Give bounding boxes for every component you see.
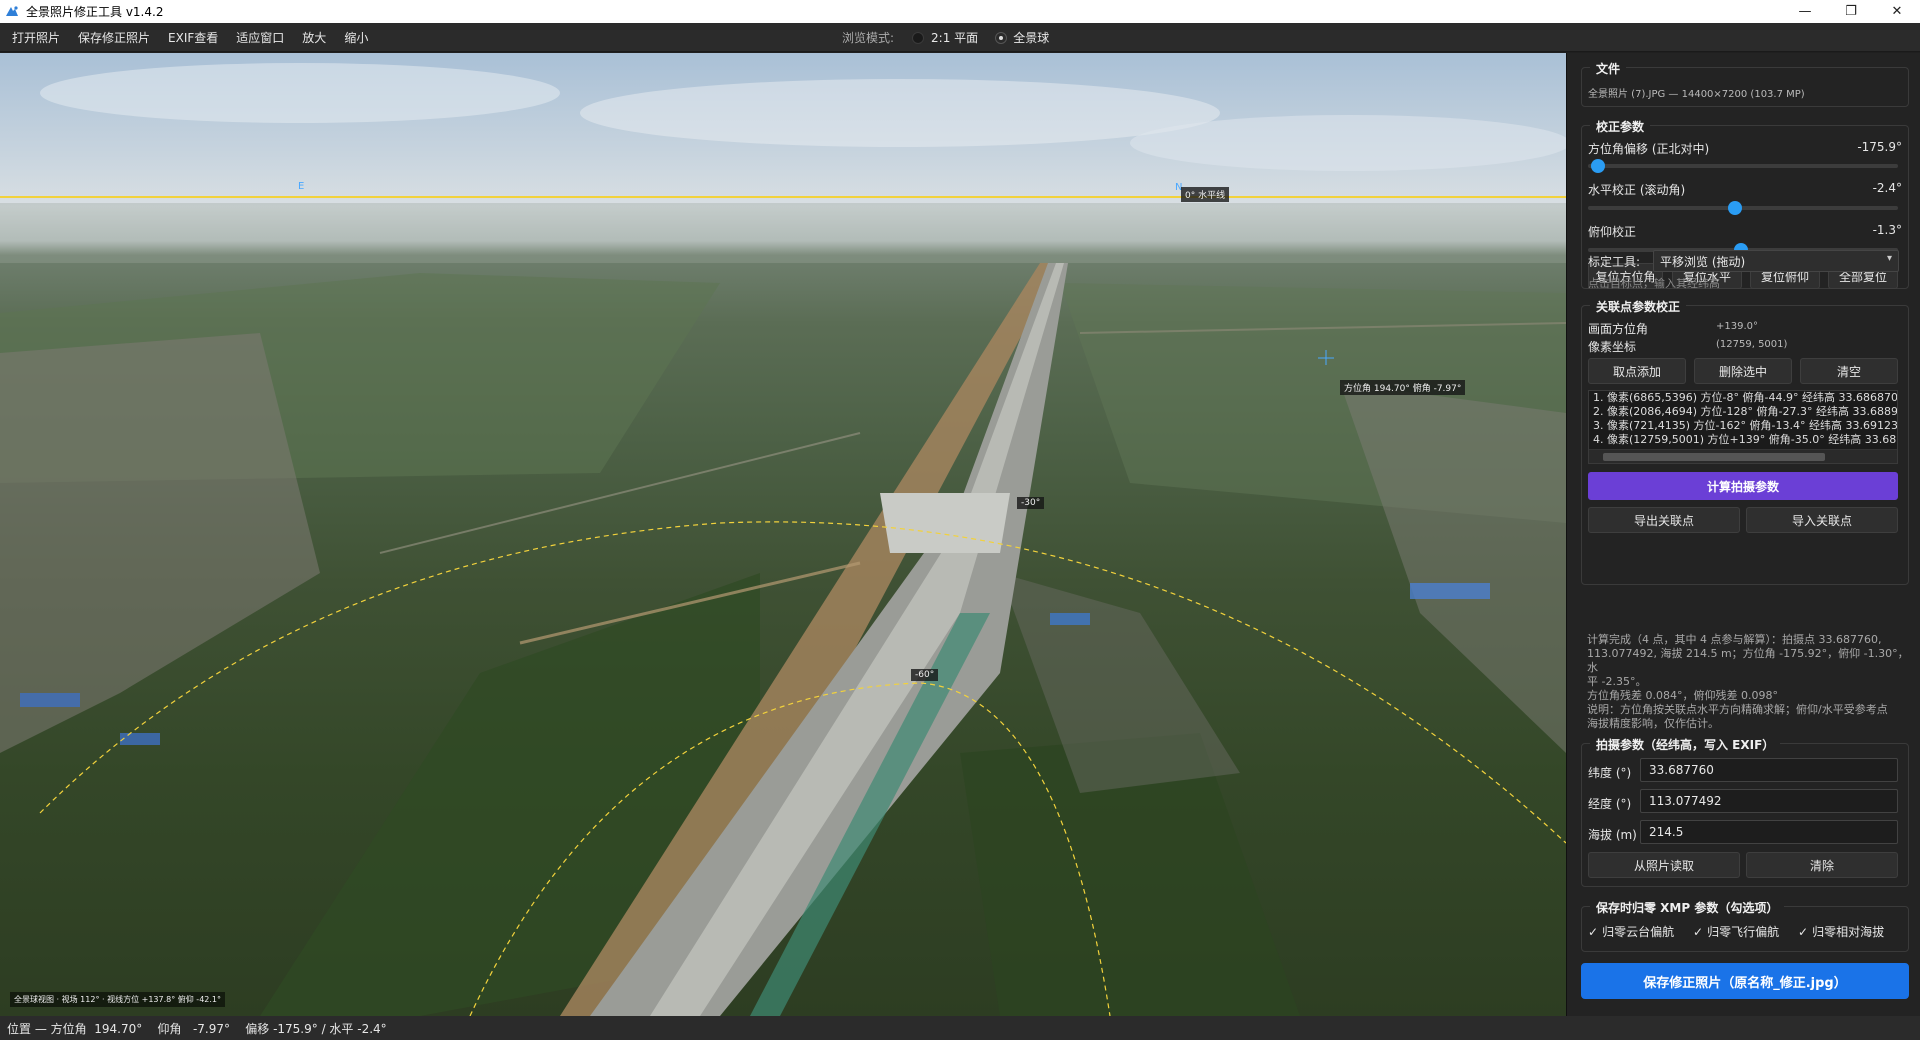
import-points-button[interactable]: 导入关联点 [1746, 507, 1898, 533]
pick-add-button[interactable]: 取点添加 [1588, 358, 1686, 384]
status-bar: 位置 — 方位角 194.70° 仰角 -7.97° 偏移 -175.9° / … [0, 1016, 1920, 1040]
pitch-value: -1.3° [1872, 223, 1902, 237]
tiepoint-pixel-value: (12759, 5001) [1716, 339, 1788, 350]
compute-result-text: 计算完成（4 点，其中 4 点参与解算）：拍摄点 33.687760, 113.… [1587, 633, 1911, 731]
check-icon: ✓ [1588, 924, 1599, 939]
list-item[interactable]: 1. 像素(6865,5396) 方位-8° 俯角-44.9° 经纬高 33.6… [1589, 391, 1897, 405]
checkbox-zero-relative-alt[interactable]: ✓ 归零相对海拔 [1798, 923, 1884, 940]
list-item[interactable]: 3. 像素(721,4135) 方位-162° 俯角-13.4° 经纬高 33.… [1589, 419, 1897, 433]
radio-flat-mode[interactable]: 2:1 平面 [912, 29, 978, 46]
radio-unchecked-icon [912, 31, 925, 44]
view-mode-label: 浏览模式: [842, 31, 895, 45]
compute-params-button[interactable]: 计算拍摄参数 [1588, 472, 1898, 500]
save-corrected-button[interactable]: 保存修正照片（原名称_修正.jpg） [1581, 963, 1909, 999]
delete-selected-button[interactable]: 删除选中 [1694, 358, 1792, 384]
menu-exif-view[interactable]: EXIF查看 [159, 29, 227, 46]
horizon-tag: 0° 水平线 [1181, 187, 1230, 202]
radio-sphere-mode[interactable]: 全景球 [995, 29, 1050, 46]
right-panel: 文件 全景照片 (7).JPG — 14400×7200 (103.7 MP) … [1566, 53, 1920, 1016]
panorama-viewer[interactable]: E N 0° 水平线 -30° -60° 方位角 194.70° 俯角 -7.9… [0, 53, 1566, 1016]
menu-zoom-out[interactable]: 缩小 [335, 29, 377, 46]
tiepoint-group: 关联点参数校正 画面方位角 +139.0° 像素坐标 (12759, 5001)… [1581, 298, 1909, 585]
result-line: 113.077492, 海拔 214.5 m；方位角 -175.92°，俯仰 -… [1587, 647, 1909, 674]
scrollbar-thumb[interactable] [1603, 453, 1825, 461]
clear-shoot-params-button[interactable]: 清除 [1746, 852, 1898, 878]
result-line: 计算完成（4 点，其中 4 点参与解算）：拍摄点 33.687760, [1587, 633, 1882, 646]
menu-bar: 打开照片 保存修正照片 EXIF查看 适应窗口 放大 缩小 浏览模式: 2:1 … [0, 23, 1920, 52]
roll-slider[interactable] [1588, 201, 1898, 215]
read-from-photo-button[interactable]: 从照片读取 [1588, 852, 1740, 878]
tag-minus-60: -60° [911, 669, 939, 681]
menu-save-corrected[interactable]: 保存修正照片 [69, 29, 159, 46]
title-bar: 全景照片修正工具 v1.4.2 — ❐ ✕ [0, 0, 1920, 23]
result-line: 说明：方位角按关联点水平方向精确求解；俯仰/水平受参考点 [1587, 703, 1888, 716]
altitude-label: 海拔 (m) [1588, 828, 1637, 842]
longitude-label: 经度 (°) [1588, 797, 1632, 811]
tool-select[interactable]: 平移浏览 (拖动) ▾ [1653, 250, 1899, 272]
pitch-label: 俯仰校正 [1588, 225, 1637, 239]
minimize-button[interactable]: — [1782, 0, 1828, 23]
altitude-field[interactable]: 214.5 [1640, 820, 1898, 844]
window-title: 全景照片修正工具 v1.4.2 [26, 5, 164, 19]
horizontal-scrollbar[interactable] [1589, 449, 1897, 463]
roll-slider-handle[interactable] [1728, 201, 1742, 215]
checkbox-zero-flight-yaw[interactable]: ✓ 归零飞行偏航 [1693, 923, 1779, 940]
check-icon: ✓ [1693, 924, 1704, 939]
azimuth-label: 方位角偏移 (正北对中) [1588, 142, 1710, 156]
checkbox-label: 归零云台偏航 [1602, 925, 1675, 939]
tiepoint-azimuth-value: +139.0° [1716, 321, 1759, 332]
cursor-readout-tag: 方位角 194.70° 俯角 -7.97° [1340, 380, 1466, 395]
tiepoint-list[interactable]: 1. 像素(6865,5396) 方位-8° 俯角-44.9° 经纬高 33.6… [1588, 390, 1898, 464]
radio-checked-icon [995, 31, 1008, 44]
file-group-title: 文件 [1590, 60, 1627, 77]
close-button[interactable]: ✕ [1874, 0, 1920, 23]
file-group: 文件 全景照片 (7).JPG — 14400×7200 (103.7 MP) [1581, 60, 1909, 107]
roll-label: 水平校正 (滚动角) [1588, 183, 1686, 197]
clear-points-button[interactable]: 清空 [1800, 358, 1898, 384]
export-points-button[interactable]: 导出关联点 [1588, 507, 1740, 533]
result-line: 海拔精度影响，仅作估计。 [1587, 717, 1719, 730]
shoot-params-group-title: 拍摄参数（经纬高，写入 EXIF） [1590, 736, 1781, 753]
azimuth-slider[interactable] [1588, 159, 1898, 173]
latitude-field[interactable]: 33.687760 [1640, 758, 1898, 782]
direction-label-e: E [298, 181, 305, 192]
list-item[interactable]: 4. 像素(12759,5001) 方位+139° 俯角-35.0° 经纬高 3… [1589, 433, 1897, 447]
roll-value: -2.4° [1872, 181, 1902, 195]
view-mode-group: 浏览模式: 2:1 平面 全景球 [842, 23, 1049, 52]
tool-hint: 点击目标点，输入其经纬高 [1588, 277, 1720, 290]
file-info: 全景照片 (7).JPG — 14400×7200 (103.7 MP) [1588, 89, 1805, 100]
tiepoint-azimuth-label: 画面方位角 [1588, 322, 1649, 336]
calibration-group-title: 校正参数 [1590, 118, 1651, 135]
menu-open-photo[interactable]: 打开照片 [0, 29, 69, 46]
result-line: 平 -2.35°。 [1587, 675, 1647, 688]
check-icon: ✓ [1798, 924, 1809, 939]
menu-fit-window[interactable]: 适应窗口 [227, 29, 293, 46]
tiepoint-group-title: 关联点参数校正 [1590, 298, 1687, 315]
tiepoint-pixel-label: 像素坐标 [1588, 340, 1637, 354]
checkbox-label: 归零飞行偏航 [1707, 925, 1780, 939]
xmp-group-title: 保存时归零 XMP 参数（勾选项） [1590, 899, 1785, 916]
tag-minus-30: -30° [1017, 497, 1045, 509]
result-line: 方位角残差 0.084°，俯仰残差 0.098° [1587, 689, 1778, 702]
radio-flat-label: 2:1 平面 [931, 31, 979, 45]
latitude-label: 纬度 (°) [1588, 766, 1632, 780]
panorama-scene [0, 63, 1566, 1016]
xmp-group: 保存时归零 XMP 参数（勾选项） ✓ 归零云台偏航 ✓ 归零飞行偏航 ✓ 归零… [1581, 899, 1909, 952]
menu-zoom-in[interactable]: 放大 [293, 29, 335, 46]
tool-label: 标定工具: [1588, 255, 1641, 269]
shoot-params-group: 拍摄参数（经纬高，写入 EXIF） 纬度 (°) 33.687760 经度 (°… [1581, 736, 1909, 887]
chevron-down-icon: ▾ [1886, 253, 1892, 264]
azimuth-slider-handle[interactable] [1590, 159, 1605, 173]
radio-sphere-label: 全景球 [1013, 31, 1050, 45]
tool-select-value: 平移浏览 (拖动) [1660, 254, 1746, 269]
azimuth-value: -175.9° [1857, 140, 1902, 154]
longitude-field[interactable]: 113.077492 [1640, 789, 1898, 813]
list-item[interactable]: 2. 像素(2086,4694) 方位-128° 俯角-27.3° 经纬高 33… [1589, 405, 1897, 419]
app-logo-icon [6, 5, 18, 16]
maximize-button[interactable]: ❐ [1828, 0, 1874, 23]
viewer-info-note: 全景球视图 · 视场 112° · 视线方位 +137.8° 俯仰 -42.1° [10, 992, 226, 1007]
checkbox-label: 归零相对海拔 [1812, 925, 1885, 939]
checkbox-zero-gimbal-yaw[interactable]: ✓ 归零云台偏航 [1588, 923, 1674, 940]
